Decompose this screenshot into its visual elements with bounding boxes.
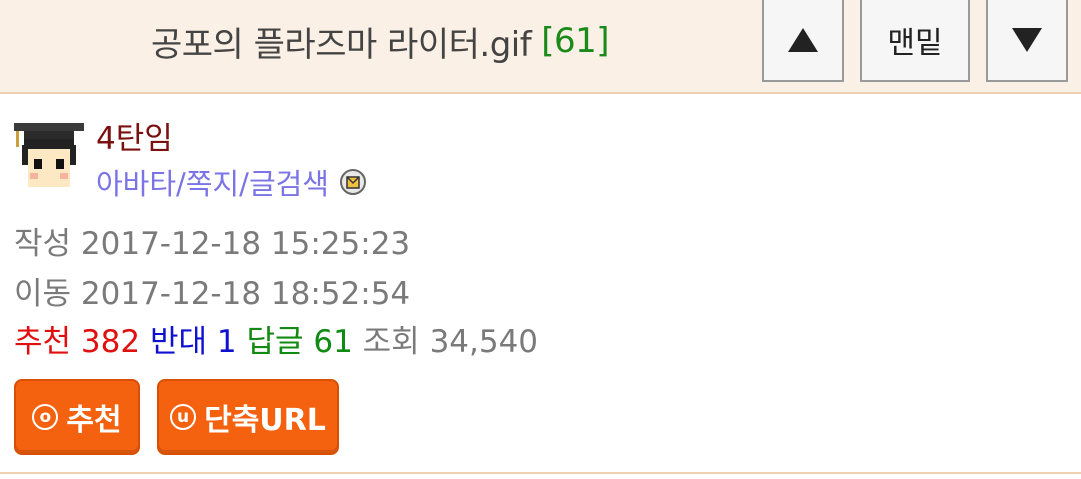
scroll-up-button[interactable] xyxy=(762,0,844,82)
up-triangle-icon xyxy=(788,28,818,52)
author-links: 아바타/쪽지/글검색 xyxy=(96,161,367,203)
recommend-count: 382 xyxy=(80,324,141,360)
short-url-circle-icon: u xyxy=(170,404,197,430)
scroll-bottom-button[interactable]: 맨밑 xyxy=(860,0,970,82)
graduate-avatar[interactable] xyxy=(14,117,84,193)
view-label: 조회 xyxy=(362,324,420,360)
mail-icon[interactable] xyxy=(339,168,367,196)
view-count: 34,540 xyxy=(429,324,539,360)
down-triangle-icon xyxy=(1012,28,1042,52)
recommend-circle-icon: o xyxy=(32,404,59,430)
recommend-button-label: 추천 xyxy=(66,403,122,438)
oppose-count: 1 xyxy=(216,324,237,360)
short-url-button[interactable]: u 단축URL xyxy=(157,379,339,455)
write-label: 작성 xyxy=(14,226,72,262)
scroll-bottom-label: 맨밑 xyxy=(887,26,943,61)
write-time-row: 작성 2017-12-18 15:25:23 xyxy=(14,218,410,263)
post-title: 공포의 플라즈마 라이터.gif [61] xyxy=(0,0,760,82)
section-divider xyxy=(0,472,1081,474)
reply-label: 답글 xyxy=(246,324,304,360)
recommend-button[interactable]: o 추천 xyxy=(14,379,140,455)
recommend-label: 추천 xyxy=(14,324,72,360)
move-time: 2017-12-18 18:52:54 xyxy=(80,276,411,312)
author-links-text[interactable]: 아바타/쪽지/글검색 xyxy=(96,161,329,203)
scroll-down-button[interactable] xyxy=(986,0,1068,82)
post-stats-row: 추천 382 반대 1 답글 61 조회 34,540 xyxy=(14,316,538,361)
post-header-bar: 공포의 플라즈마 라이터.gif [61] 맨밑 xyxy=(0,0,1081,94)
move-time-row: 이동 2017-12-18 18:52:54 xyxy=(14,268,410,313)
reply-count: 61 xyxy=(313,324,353,360)
short-url-button-label: 단축URL xyxy=(204,403,326,438)
write-time: 2017-12-18 15:25:23 xyxy=(80,226,411,262)
oppose-label: 반대 xyxy=(149,324,207,360)
author-nickname[interactable]: 4탄임 xyxy=(96,113,173,158)
post-title-text: 공포의 플라즈마 라이터.gif xyxy=(150,24,532,65)
move-label: 이동 xyxy=(14,276,72,312)
comment-count[interactable]: [61] xyxy=(541,21,609,61)
